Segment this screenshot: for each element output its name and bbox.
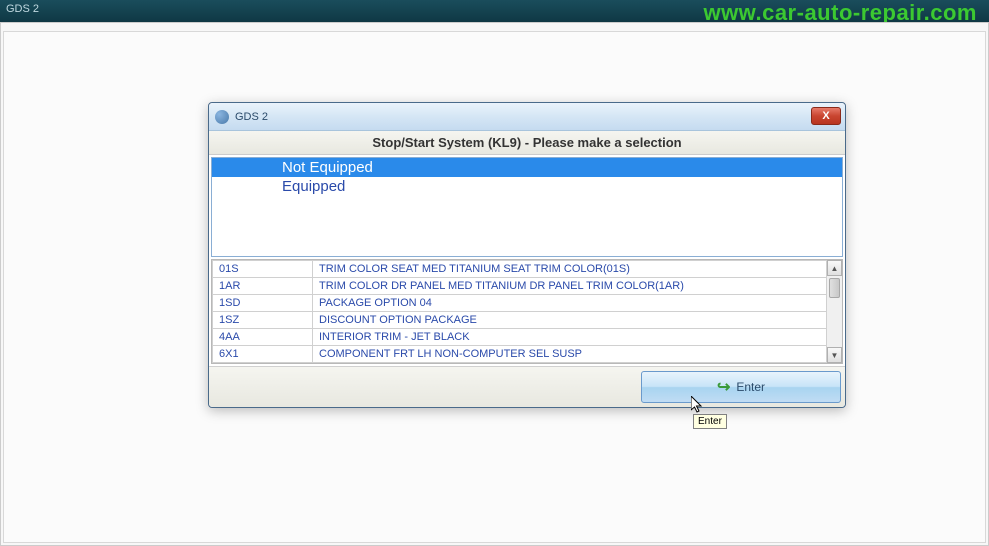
option-desc: PACKAGE OPTION 04 [313, 295, 830, 312]
option-desc: COMPONENT FRT LH NON-COMPUTER SEL SUSP [313, 346, 830, 363]
enter-tooltip: Enter [693, 414, 727, 429]
app-icon [215, 110, 229, 124]
scroll-thumb[interactable] [829, 278, 840, 298]
vertical-scrollbar[interactable]: ▲ ▼ [826, 260, 842, 363]
dialog-body: Stop/Start System (KL9) - Please make a … [209, 131, 845, 407]
gds2-dialog: GDS 2 X Stop/Start System (KL9) - Please… [208, 102, 846, 408]
options-table: 01S TRIM COLOR SEAT MED TITANIUM SEAT TR… [212, 260, 830, 363]
selection-list: Not Equipped Equipped [211, 157, 843, 257]
option-code: 6X1 [213, 346, 313, 363]
dialog-title: GDS 2 [235, 111, 268, 123]
option-code: 01S [213, 261, 313, 278]
app-title: GDS 2 [6, 3, 39, 15]
enter-arrow-icon: ↪ [717, 377, 730, 397]
table-row[interactable]: 1SZ DISCOUNT OPTION PACKAGE [213, 312, 830, 329]
close-button[interactable]: X [811, 107, 841, 125]
selection-item-equipped[interactable]: Equipped [212, 177, 842, 196]
table-row[interactable]: 1AR TRIM COLOR DR PANEL MED TITANIUM DR … [213, 278, 830, 295]
dialog-footer: ↪ Enter [209, 366, 845, 407]
table-row[interactable]: 1SD PACKAGE OPTION 04 [213, 295, 830, 312]
selection-item-not-equipped[interactable]: Not Equipped [212, 158, 842, 177]
option-desc: DISCOUNT OPTION PACKAGE [313, 312, 830, 329]
table-row[interactable]: 01S TRIM COLOR SEAT MED TITANIUM SEAT TR… [213, 261, 830, 278]
dialog-titlebar[interactable]: GDS 2 X [209, 103, 845, 131]
close-icon: X [822, 110, 829, 122]
enter-label: Enter [736, 380, 765, 394]
selection-header: Stop/Start System (KL9) - Please make a … [209, 131, 845, 155]
scroll-up-button[interactable]: ▲ [827, 260, 842, 276]
option-desc: INTERIOR TRIM - JET BLACK [313, 329, 830, 346]
enter-button[interactable]: ↪ Enter [641, 371, 841, 403]
option-code: 1AR [213, 278, 313, 295]
option-desc: TRIM COLOR DR PANEL MED TITANIUM DR PANE… [313, 278, 830, 295]
option-code: 1SZ [213, 312, 313, 329]
option-desc: TRIM COLOR SEAT MED TITANIUM SEAT TRIM C… [313, 261, 830, 278]
table-row[interactable]: 4AA INTERIOR TRIM - JET BLACK [213, 329, 830, 346]
scroll-down-button[interactable]: ▼ [827, 347, 842, 363]
option-code: 4AA [213, 329, 313, 346]
option-code: 1SD [213, 295, 313, 312]
options-table-wrapper: 01S TRIM COLOR SEAT MED TITANIUM SEAT TR… [211, 259, 843, 364]
table-row[interactable]: 6X1 COMPONENT FRT LH NON-COMPUTER SEL SU… [213, 346, 830, 363]
